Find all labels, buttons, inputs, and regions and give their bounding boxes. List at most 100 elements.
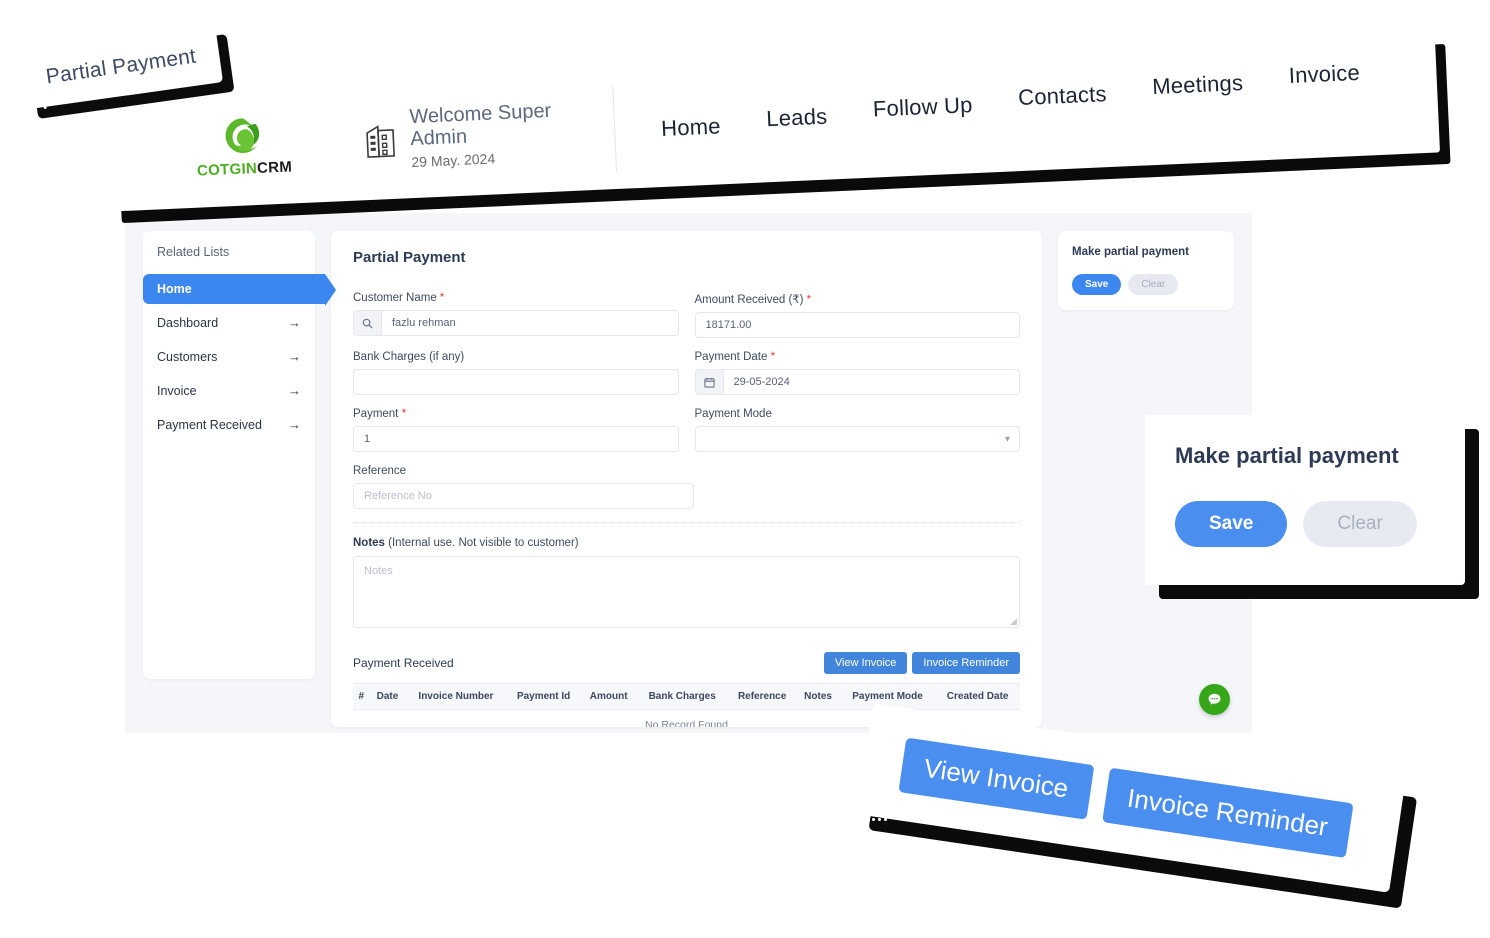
- column-header: Bank Charges: [636, 683, 728, 710]
- sidebar-item-customers[interactable]: Customers →: [143, 341, 315, 372]
- sidebar-item-label: Payment Received: [157, 417, 262, 432]
- amount-received-input[interactable]: 18171.00: [694, 312, 1020, 338]
- callout-card-title: Make partial payment: [1175, 443, 1399, 468]
- arrow-right-icon: →: [288, 349, 301, 364]
- welcome-text: Welcome Super Admin: [408, 99, 552, 151]
- label-reference: Reference: [353, 465, 407, 477]
- required-marker: *: [770, 351, 776, 363]
- label-customer-name: Customer Name *: [353, 292, 445, 304]
- chat-bubble-icon: [1208, 693, 1221, 705]
- chevron-down-icon: ▾: [1004, 433, 1010, 445]
- notes-textarea[interactable]: Notes: [353, 556, 1020, 628]
- partial-payment-form-card: Partial Payment Customer Name * fazlu re…: [331, 231, 1042, 727]
- label-notes-rest: (Internal use. Not visible to customer): [384, 537, 579, 549]
- callout-invoice-leader-dots: [872, 818, 887, 821]
- navbar-divider: [612, 86, 618, 173]
- header-date: 29 May. 2024: [411, 149, 496, 170]
- payment-date-input[interactable]: 29-05-2024: [694, 369, 1020, 395]
- callout-label-text: Partial Payment: [44, 44, 198, 89]
- required-marker: *: [401, 408, 407, 420]
- callout-view-invoice-button[interactable]: View Invoice: [898, 737, 1094, 820]
- payment-input[interactable]: 1: [353, 426, 679, 452]
- label-payment-mode: Payment Mode: [694, 408, 772, 420]
- sidebar-item-dashboard[interactable]: Dashboard →: [143, 307, 315, 338]
- customer-name-input[interactable]: fazlu rehman: [353, 310, 679, 336]
- field-bank-charges: Bank Charges (if any): [353, 351, 679, 395]
- label-notes: Notes (Internal use. Not visible to cust…: [353, 537, 1020, 549]
- nav-item-contacts[interactable]: Contacts: [1018, 81, 1107, 111]
- welcome-block: Welcome Super Admin 29 May. 2024: [363, 98, 596, 173]
- sidebar-item-invoice[interactable]: Invoice →: [143, 375, 315, 406]
- amount-received-value: 18171.00: [705, 319, 752, 331]
- field-customer-name: Customer Name * fazlu rehman: [353, 292, 679, 338]
- column-header: Date: [369, 683, 406, 710]
- clear-button[interactable]: Clear: [1128, 274, 1179, 295]
- payment-date-value: 29-05-2024: [733, 376, 790, 388]
- arrow-right-icon: →: [288, 315, 301, 330]
- field-reference: Reference Reference No: [353, 465, 1020, 509]
- callout-make-partial-payment: Make partial payment Save Clear: [1145, 415, 1465, 585]
- sidebar-item-label: Dashboard: [157, 315, 219, 330]
- sidebar-item-home[interactable]: Home: [143, 274, 336, 306]
- column-header: Notes: [796, 683, 840, 710]
- brand-text: COTGINCRM: [197, 158, 293, 179]
- view-invoice-button[interactable]: View Invoice: [823, 652, 908, 674]
- invoice-reminder-button[interactable]: Invoice Reminder: [912, 652, 1020, 674]
- payment-received-title: Payment Received: [353, 656, 454, 670]
- nav-item-invoice[interactable]: Invoice: [1288, 60, 1360, 89]
- save-button[interactable]: Save: [1072, 274, 1122, 295]
- sidebar-item-label: Invoice: [157, 383, 197, 398]
- column-header: Reference: [727, 683, 797, 710]
- page-title: Partial Payment: [353, 249, 466, 266]
- chat-widget-button[interactable]: [1199, 684, 1230, 715]
- brand-name-dark: CRM: [256, 158, 293, 177]
- app-body: Related Lists Home Dashboard → Customers…: [125, 213, 1252, 733]
- column-header: Amount: [580, 683, 637, 710]
- top-navbar: COTGINCRM Welcome Super Admin 29 May. 20…: [105, 32, 1441, 212]
- column-header: Invoice Number: [405, 683, 507, 710]
- label-amount-received: Amount Received (₹) *: [694, 294, 812, 306]
- reference-placeholder: Reference No: [364, 490, 432, 502]
- nav-item-follow-up[interactable]: Follow Up: [872, 92, 973, 122]
- field-payment: Payment * 1: [353, 408, 679, 452]
- search-icon: [354, 311, 382, 335]
- payment-received-header: Payment Received View Invoice Invoice Re…: [353, 652, 1020, 674]
- top-navbar-wrapper: COTGINCRM Welcome Super Admin 29 May. 20…: [105, 32, 1441, 212]
- payment-value: 1: [364, 433, 371, 445]
- column-header: Created Date: [935, 683, 1020, 710]
- sidebar-item-label: Customers: [157, 349, 218, 364]
- brand-name-green: COTGIN: [196, 160, 258, 180]
- label-notes-bold: Notes: [353, 537, 385, 549]
- building-icon: [366, 125, 395, 158]
- nav-item-meetings[interactable]: Meetings: [1152, 70, 1244, 100]
- section-divider: [353, 522, 1020, 523]
- nav-item-home[interactable]: Home: [661, 113, 722, 142]
- callout-invoice-reminder-button[interactable]: Invoice Reminder: [1101, 767, 1354, 858]
- field-amount-received: Amount Received (₹) * 18171.00: [694, 292, 1020, 338]
- sidebar-item-label: Home: [157, 282, 192, 296]
- calendar-icon: [695, 370, 724, 394]
- callout-clear-button[interactable]: Clear: [1303, 501, 1417, 547]
- customer-name-value: fazlu rehman: [392, 317, 456, 329]
- sidebar-title: Related Lists: [157, 245, 230, 259]
- payment-mode-select[interactable]: ▾: [694, 426, 1020, 452]
- required-marker: *: [439, 292, 445, 304]
- reference-input[interactable]: Reference No: [353, 483, 694, 509]
- sidebar-item-payment-received[interactable]: Payment Received →: [143, 409, 315, 440]
- label-payment-date: Payment Date *: [694, 351, 776, 363]
- column-header: Payment Id: [506, 683, 581, 710]
- field-payment-mode: Payment Mode ▾: [694, 408, 1020, 452]
- field-notes: Notes (Internal use. Not visible to cust…: [353, 537, 1020, 628]
- brand-logo[interactable]: COTGINCRM: [147, 109, 340, 181]
- field-payment-date: Payment Date * 29-05-2024: [694, 351, 1020, 395]
- related-lists-sidebar: Related Lists Home Dashboard → Customers…: [143, 231, 336, 679]
- callout-save-button[interactable]: Save: [1175, 501, 1288, 547]
- swirl-leaf-c-icon: [225, 118, 260, 154]
- nav-item-leads[interactable]: Leads: [766, 104, 828, 133]
- bank-charges-input[interactable]: [353, 369, 679, 395]
- screenshot-stage: Partial Payment COTGINCRM Welcome Super …: [0, 0, 1490, 938]
- column-header: #: [353, 683, 370, 710]
- table-header-row: # Date Invoice Number Payment Id Amount …: [353, 683, 1020, 710]
- notes-placeholder: Notes: [364, 565, 393, 577]
- make-partial-payment-title: Make partial payment: [1072, 246, 1189, 258]
